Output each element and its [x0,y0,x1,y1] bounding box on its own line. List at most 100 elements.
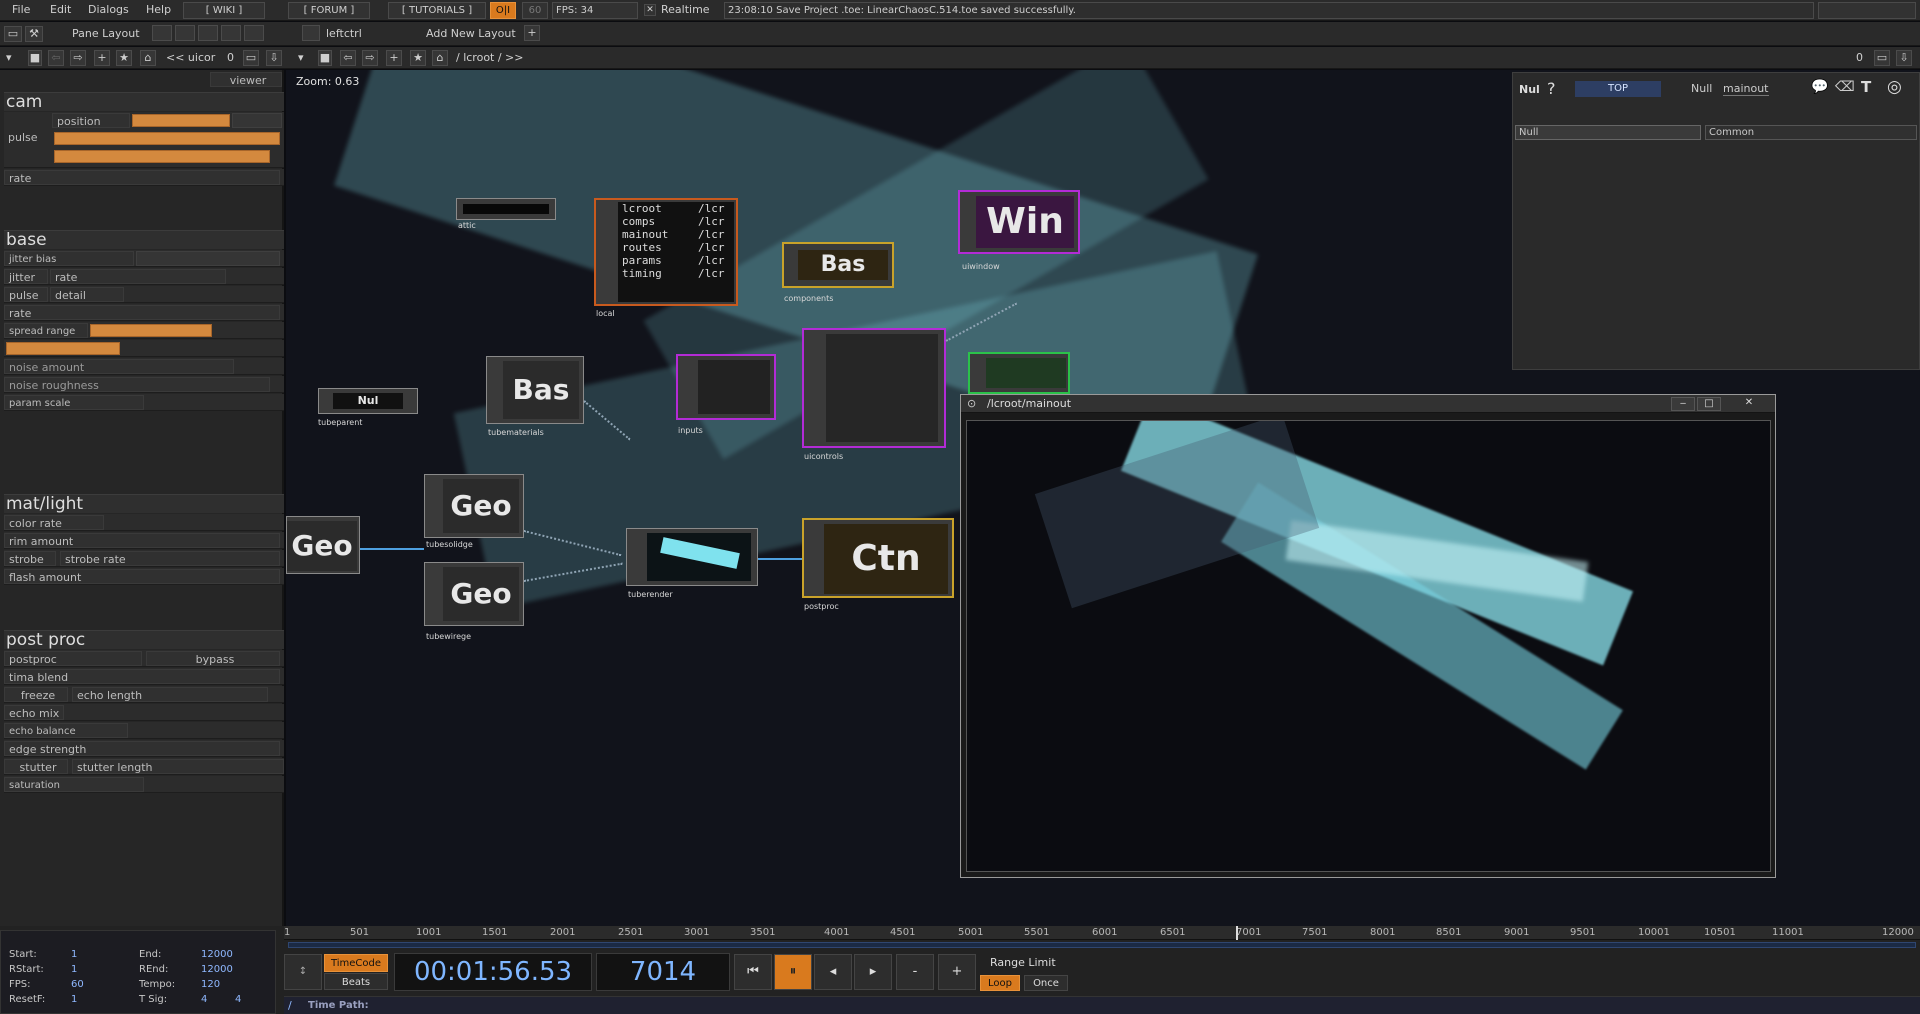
echo-balance-slider[interactable]: echo balance [4,723,128,738]
node-attic[interactable] [456,198,556,220]
back-icon[interactable]: ⇦ [340,50,356,66]
fps-cap-field[interactable]: 60 [522,2,548,19]
timecode-toggle[interactable]: TimeCode [324,954,388,972]
pulse-slider-1[interactable] [54,132,280,145]
step-forward-button[interactable]: ▸ [854,954,892,990]
position-slot[interactable] [232,113,282,128]
pulse-toggle[interactable]: pulse [4,287,48,302]
pause-button[interactable]: ⏸ [774,954,812,990]
spread-range-slider-2[interactable] [6,342,120,355]
strobe-toggle[interactable]: strobe [4,551,56,566]
strobe-rate-slider[interactable]: strobe rate [60,551,280,566]
jitter-rate-slider[interactable]: rate [50,269,226,284]
node-components[interactable]: Bas [782,242,894,288]
tsig-value-2[interactable]: 4 [235,994,241,1005]
node-uicontrols[interactable] [802,328,946,448]
close-button[interactable]: ✕ [1737,397,1761,411]
tab-null[interactable]: Null [1515,125,1701,140]
timecode-display[interactable]: 00:01:56.53 [394,953,592,991]
rstart-value[interactable]: 1 [71,964,77,975]
rewind-button[interactable]: ⏮ [734,954,772,990]
frame-display[interactable]: 7014 [596,953,730,991]
layout-single-button[interactable] [152,25,172,41]
home-icon[interactable]: ⌂ [140,50,156,66]
perform-mode-button[interactable]: O|I [490,2,516,19]
node-tubematerials[interactable]: Bas [486,356,584,424]
end-value[interactable]: 12000 [201,949,233,960]
target-icon[interactable]: ◎ [1887,77,1902,97]
pane-split-icon[interactable]: ⇩ [1896,50,1912,66]
loop-toggle[interactable]: Loop [980,975,1020,991]
node-tubesolidge[interactable]: Geo [424,474,524,538]
rate-slider-2[interactable]: rate [4,305,280,320]
postproc-slider[interactable]: postproc [4,651,142,666]
timeline-collapse-button[interactable]: ↕ [284,954,322,990]
chevron-down-icon[interactable]: ▾ [298,51,304,64]
home-icon[interactable]: ⌂ [432,50,448,66]
pane-max-icon[interactable]: ▭ [243,50,259,66]
rim-amount-slider[interactable]: rim amount [4,533,280,548]
stutter-toggle[interactable]: stutter [4,759,68,774]
realtime-checkbox[interactable]: ✕ [644,4,656,16]
operator-name-field[interactable]: mainout [1723,82,1769,96]
back-icon[interactable]: ⇦ [48,50,64,66]
add-new-layout-label[interactable]: Add New Layout [426,27,516,40]
menu-file[interactable]: File [12,3,30,16]
noise-roughness-slider[interactable]: noise roughness [4,377,270,392]
path-breadcrumb[interactable]: / lcroot / >> [456,51,524,64]
tool-icon[interactable]: ⚒ [25,26,43,42]
stop-icon[interactable]: ■ [28,50,42,66]
param-scale-slider[interactable]: param scale [4,395,144,410]
speed-up-button[interactable]: + [938,954,976,990]
noise-amount-slider[interactable]: noise amount [4,359,234,374]
tima-blend-slider[interactable]: tima blend [4,669,280,684]
star-icon[interactable]: ★ [410,50,426,66]
speed-down-button[interactable]: - [896,954,934,990]
node-tubeparent[interactable]: Nul [318,388,418,414]
help-icon[interactable]: ? [1547,79,1556,98]
layout-split-h-button[interactable] [198,25,218,41]
viewer-window[interactable]: /lcroot/mainout ⊙ ‒ □ ✕ [960,394,1776,878]
fps-value[interactable]: 60 [71,979,84,990]
eraser-icon[interactable]: ⌫ [1835,79,1855,95]
saturation-slider[interactable]: saturation [4,777,144,792]
echo-length-slider[interactable]: echo length [72,687,268,702]
stutter-length-slider[interactable]: stutter length [72,759,284,774]
viewer-title[interactable]: /lcroot/mainout [961,395,1775,413]
forum-button[interactable]: [ FORUM ] [288,2,370,19]
layout-slot-button[interactable] [302,25,320,41]
tutorials-button[interactable]: [ TUTORIALS ] [388,2,486,19]
text-icon[interactable]: T [1861,78,1871,96]
forward-icon[interactable]: ⇨ [362,50,378,66]
edge-strength-slider[interactable]: edge strength [4,741,280,756]
node-uiwindow[interactable]: Win [958,190,1080,254]
node-tuberender[interactable] [626,528,758,586]
jitter-bias-slider[interactable]: jitter bias [4,251,134,266]
pane-icon[interactable]: ▭ [4,26,22,42]
position-slider[interactable] [132,114,230,127]
tab-common[interactable]: Common [1705,125,1917,140]
node-tubewirege[interactable]: Geo [424,562,524,626]
rate-slider[interactable]: rate [4,170,280,185]
freeze-toggle[interactable]: freeze [4,687,68,702]
wiki-button[interactable]: [ WIKI ] [183,2,265,19]
timeline-ruler[interactable]: 1 501 1001 1501 2001 2501 3001 3501 4001… [284,926,1920,940]
chevron-down-icon[interactable]: ▾ [6,51,12,64]
range-bar[interactable] [288,942,1916,948]
maximize-button[interactable]: □ [1697,397,1721,411]
once-toggle[interactable]: Once [1024,975,1068,991]
star-icon[interactable]: ★ [116,50,132,66]
pulse-slider-2[interactable] [54,150,270,163]
layout-triple-button[interactable] [221,25,241,41]
menu-dialogs[interactable]: Dialogs [88,3,129,16]
comment-icon[interactable]: 💬 [1811,79,1828,95]
node-green[interactable] [968,352,1070,394]
menu-help[interactable]: Help [146,3,171,16]
beats-toggle[interactable]: Beats [324,973,388,990]
viewer-button[interactable]: viewer [210,72,282,87]
layout-name[interactable]: leftctrl [326,27,362,40]
node-geo-left[interactable]: Geo [286,516,360,574]
pane-max-icon[interactable]: ▭ [1874,50,1890,66]
flash-amount-slider[interactable]: flash amount [4,569,280,584]
resetf-value[interactable]: 1 [71,994,77,1005]
